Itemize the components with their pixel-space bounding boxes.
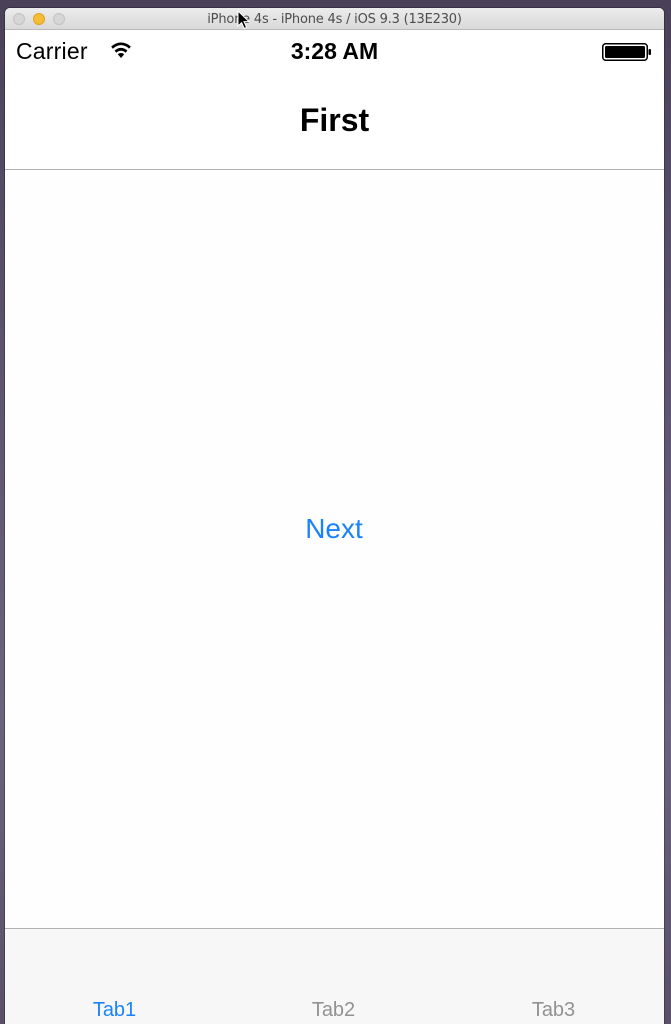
tab-bar: Tab1 Tab2 Tab3 — [5, 928, 664, 1024]
window-title: iPhone 4s - iPhone 4s / iOS 9.3 (13E230) — [207, 12, 462, 27]
tab-tab3[interactable]: Tab3 — [444, 929, 663, 1024]
window-titlebar[interactable]: iPhone 4s - iPhone 4s / iOS 9.3 (13E230) — [5, 8, 664, 30]
simulator-window: iPhone 4s - iPhone 4s / iOS 9.3 (13E230)… — [5, 8, 664, 1024]
tab-tab2[interactable]: Tab2 — [224, 929, 443, 1024]
navigation-bar: First — [5, 72, 664, 170]
tab-tab1[interactable]: Tab1 — [5, 929, 224, 1024]
next-button[interactable]: Next — [284, 509, 384, 549]
status-time: 3:28 AM — [290, 38, 379, 64]
tab-label: Tab1 — [92, 999, 137, 1021]
status-bar: Carrier 3:28 AM — [5, 30, 664, 72]
tab-label: Tab3 — [531, 999, 576, 1021]
tab-label: Tab2 — [311, 999, 356, 1021]
main-content: Next — [5, 170, 664, 928]
device-screen: Carrier 3:28 AM First Next Tab1 Tab2 Tab… — [5, 30, 664, 1024]
battery-icon — [602, 43, 651, 61]
page-title: First — [299, 102, 370, 138]
mouse-pointer-icon — [237, 10, 251, 30]
